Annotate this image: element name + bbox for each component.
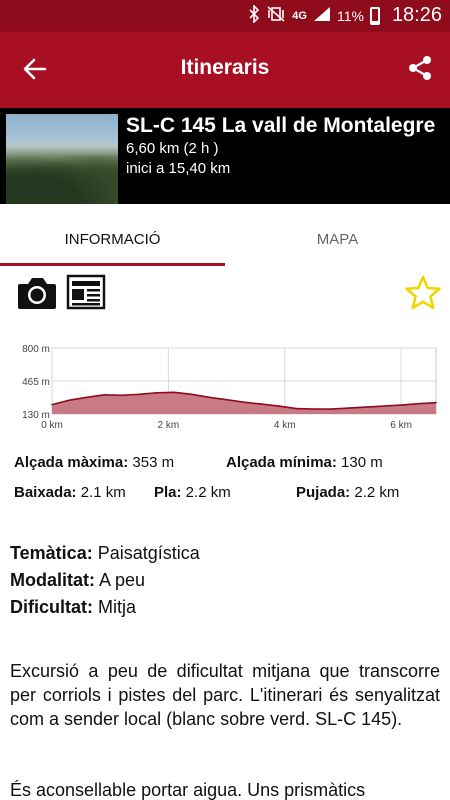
tab-informacio[interactable]: INFORMACIÓ [0,212,225,266]
elevation-point [243,401,245,403]
y-tick-label: 465 m [22,377,50,388]
elevation-point [417,402,420,405]
elevation-point [347,407,350,409]
camera-icon[interactable] [16,274,58,312]
elevation-point [313,408,315,410]
route-name: SL-C 145 La vall de Montalegre [126,114,436,137]
vibrate-icon [266,6,286,25]
x-tick-label: 2 km [158,420,180,431]
elevation-point [138,393,141,396]
elevation-point [51,403,53,406]
clock: 18:26 [391,4,442,26]
battery-icon [369,6,380,25]
description-paragraph: Excursió a peu de dificultat mitjana que… [10,661,440,729]
stat-baixada: Baixada: 2.1 km [14,484,126,501]
info-tematica: Temàtica: Paisatgística [10,543,200,563]
elevation-point [435,401,437,404]
elevation-point [173,391,175,394]
tab-mapa[interactable]: MAPA [225,212,450,266]
signal-icon [313,6,331,25]
star-outline-icon[interactable] [404,274,442,312]
elevation-chart: 800 m465 m130 m 0 km 2 km 4 km 6 km [22,344,437,431]
stat-pla: Pla: 2.2 km [154,484,231,501]
elevation-point [330,408,333,410]
x-tick-label: 4 km [274,420,296,431]
info-modalitat: Modalitat: A peu [10,570,146,590]
elevation-point [121,394,123,397]
share-icon[interactable] [402,50,438,86]
stat-alt-max: Alçada màxima: 353 m [14,454,175,471]
elevation-point [103,393,106,396]
app-bar: Itineraris [0,32,450,108]
elevation-point [278,405,280,407]
app-title: Itineraris [180,56,270,79]
elevation-point [400,404,402,406]
stat-pujada: Pujada: 2.2 km [296,484,400,501]
elevation-point [382,405,385,407]
elevation-point [68,399,71,402]
elevation-point [208,396,210,399]
elevation-point [225,398,228,401]
network-type: 4G [292,9,307,22]
elevation-point [155,392,158,394]
description-paragraph-2: És aconsellable portar aigua. Uns prismà… [10,780,366,800]
stat-alt-min: Alçada mínima: 130 m [226,454,383,471]
x-tick-label: 6 km [390,420,412,431]
tab-bar: INFORMACIÓ MAPA [0,212,450,266]
elevation-point [260,403,263,405]
elevation-point [295,407,298,410]
document-icon[interactable] [66,274,106,310]
x-tick-label: 0 km [41,420,63,431]
route-distance: 6,60 km (2 h ) [126,140,219,157]
elevation-point [365,406,367,408]
elevation-point [86,396,88,399]
elevation-point [190,393,193,396]
status-bar: 4G 11% 18:26 [0,0,450,32]
bluetooth-icon [248,4,260,26]
route-thumbnail [6,114,118,204]
y-tick-label: 800 m [22,344,50,355]
route-start: inici a 15,40 km [126,160,231,177]
battery-percent: 11% [336,7,364,24]
info-dificultat: Dificultat: Mitja [10,597,137,617]
route-header: SL-C 145 La vall de Montalegre 6,60 km (… [0,108,450,204]
